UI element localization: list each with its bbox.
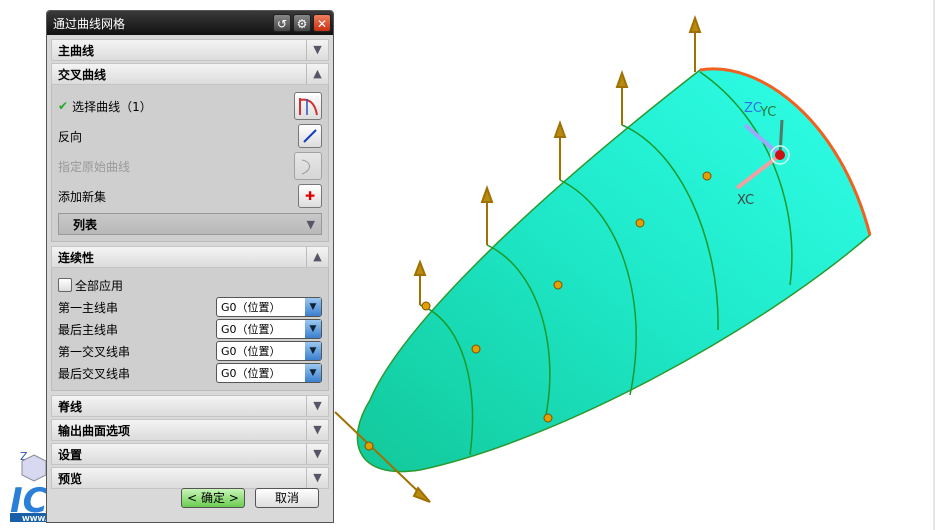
- dropdown-arrow-icon: ▼: [305, 342, 321, 360]
- specify-origin-curve-label: 指定原始曲线: [58, 159, 131, 174]
- origin-curve-icon: [301, 159, 310, 175]
- close-icon[interactable]: ✕: [313, 14, 331, 32]
- corner-view-cube-icon: Z: [20, 450, 47, 482]
- last-cross-select[interactable]: G0（位置） ▼: [216, 363, 322, 383]
- add-new-set-button[interactable]: ✚: [298, 184, 322, 208]
- mesh-surface[interactable]: [356, 67, 872, 473]
- list-dropdown[interactable]: 列表 ▼: [58, 213, 322, 235]
- first-cross-select[interactable]: G0（位置） ▼: [216, 341, 322, 361]
- curve-select-icon: [299, 98, 318, 116]
- through-curve-mesh-dialog: 通过曲线网格 ↺ ⚙ ✕ 主曲线 ▼ 交叉曲线 ▲ ✔ 选择曲线（1） 反向 指定原始…: [46, 10, 334, 523]
- ok-button[interactable]: < 确定 >: [181, 488, 245, 508]
- section-continuity[interactable]: 连续性 ▲: [51, 246, 329, 268]
- section-preview[interactable]: 预览 ▼: [51, 467, 329, 489]
- dropdown-arrow-icon: ▼: [305, 364, 321, 382]
- reset-icon[interactable]: ↺: [273, 14, 291, 32]
- add-set-icon: ✚: [304, 189, 316, 203]
- chevron-up-icon[interactable]: ▲: [306, 247, 328, 267]
- check-icon: ✔: [58, 99, 69, 113]
- section-cross-curves[interactable]: 交叉曲线 ▲: [51, 63, 329, 85]
- dropdown-arrow-icon: ▼: [305, 320, 321, 338]
- chevron-down-icon[interactable]: ▼: [306, 396, 328, 416]
- specify-origin-curve-button[interactable]: [294, 152, 322, 180]
- dialog-title: 通过曲线网格: [53, 16, 126, 31]
- apply-all-checkbox[interactable]: 全部应用: [52, 274, 328, 296]
- checkbox[interactable]: [58, 278, 72, 292]
- section-output-surface-options[interactable]: 输出曲面选项 ▼: [51, 419, 329, 441]
- reverse-direction-button[interactable]: [298, 124, 322, 148]
- add-new-set-label: 添加新集: [58, 189, 107, 204]
- chevron-down-icon[interactable]: ▼: [306, 468, 328, 488]
- chevron-down-icon[interactable]: ▼: [306, 444, 328, 464]
- chevron-up-icon[interactable]: ▲: [306, 64, 328, 84]
- dialog-titlebar[interactable]: 通过曲线网格 ↺ ⚙ ✕: [47, 11, 333, 35]
- section-settings[interactable]: 设置 ▼: [51, 443, 329, 465]
- triad-y-label: YC: [759, 105, 776, 120]
- cancel-button[interactable]: 取消: [255, 488, 319, 508]
- section-primary-curves[interactable]: 主曲线 ▼: [51, 39, 329, 61]
- chevron-down-icon: ▼: [306, 217, 315, 231]
- chevron-down-icon[interactable]: ▼: [306, 420, 328, 440]
- reverse-icon: [303, 129, 317, 143]
- gear-icon[interactable]: ⚙: [293, 14, 311, 32]
- first-primary-select[interactable]: G0（位置） ▼: [216, 297, 322, 317]
- chevron-down-icon[interactable]: ▼: [306, 40, 328, 60]
- last-primary-select[interactable]: G0（位置） ▼: [216, 319, 322, 339]
- reverse-label: 反向: [58, 129, 83, 144]
- section-spine[interactable]: 脊线 ▼: [51, 395, 329, 417]
- select-curve-button[interactable]: [294, 92, 322, 120]
- select-curve-label: 选择曲线（1）: [72, 99, 152, 114]
- dropdown-arrow-icon: ▼: [305, 298, 321, 316]
- triad-x-label: XC: [737, 193, 754, 208]
